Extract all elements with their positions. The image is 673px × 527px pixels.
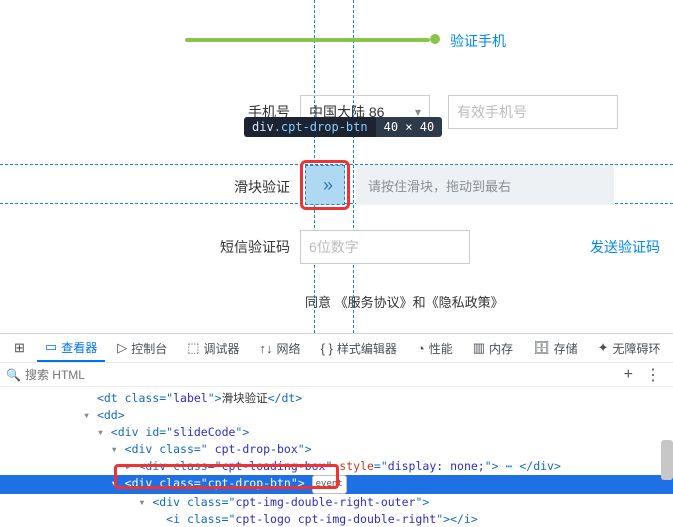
progress-step-label: 验证手机 — [450, 31, 506, 51]
search-icon: 🔍 — [6, 368, 21, 382]
annotation-box — [114, 464, 339, 489]
slider-track[interactable]: 请按住滑块，拖动到最右 — [356, 165, 614, 205]
slider-highlight-box: » — [300, 160, 350, 210]
tab-style[interactable]: { }样式编辑器 — [313, 334, 405, 362]
dom-line: ▾ <dd> — [0, 407, 673, 424]
privacy-policy-link[interactable]: 《隐私政策》 — [426, 295, 504, 310]
scrollbar[interactable] — [661, 440, 673, 480]
dom-line: ▾ <div id="slideCode"> — [0, 424, 673, 441]
progress-dot — [430, 34, 440, 44]
send-code-button[interactable]: 发送验证码 — [590, 237, 660, 257]
row-sms: 短信验证码 发送验证码 — [0, 230, 673, 264]
devtools-panel: ⊞ ▭查看器 ▷控制台 ⬚调试器 ↑↓网络 { }样式编辑器 ◔性能 ▥内存 🗄… — [0, 333, 673, 527]
tab-inspector[interactable]: ▭查看器 — [37, 334, 105, 362]
sms-input[interactable] — [300, 230, 470, 264]
tab-a11y[interactable]: ✦无障碍环 — [590, 334, 669, 362]
devtools-menu-icon[interactable]: ⋮ — [639, 365, 667, 385]
row-slider: 滑块验证 » 请按住滑块，拖动到最右 — [0, 160, 673, 210]
dom-search-input[interactable] — [21, 366, 618, 384]
service-agreement-link[interactable]: 《服务协议》 — [335, 295, 413, 310]
dom-tree[interactable]: <dt class="label">滑块验证</dt> ▾ <dd> ▾ <di… — [0, 387, 673, 527]
devtools-tabs: ⊞ ▭查看器 ▷控制台 ⬚调试器 ↑↓网络 { }样式编辑器 ◔性能 ▥内存 🗄… — [0, 334, 673, 363]
tab-storage[interactable]: 🗄存储 — [525, 334, 586, 362]
add-rule-button[interactable]: + — [618, 366, 639, 384]
tab-debugger[interactable]: ⬚调试器 — [179, 334, 247, 362]
inspector-tooltip: div.cpt-drop-btn 40 × 40 — [244, 117, 442, 137]
tab-network[interactable]: ↑↓网络 — [252, 334, 309, 362]
agree-line: 同意 《服务协议》和《隐私政策》 — [305, 292, 504, 311]
dom-line: ▾ <div class="cpt-img-double-right-outer… — [0, 494, 673, 511]
dom-line: <i class="cpt-logo cpt-img-double-right"… — [0, 511, 673, 527]
slider-hint: 请按住滑块，拖动到最右 — [368, 176, 511, 195]
tab-performance[interactable]: ◔性能 — [409, 334, 461, 362]
form-area: 验证手机 手机号 中国大陆 86 ▾ 滑块验证 » 请按住滑块，拖动到最右 短信… — [0, 0, 673, 333]
devtools-picker-icon[interactable]: ⊞ — [6, 334, 33, 362]
tab-memory[interactable]: ▥内存 — [465, 334, 521, 362]
double-right-icon: » — [323, 175, 327, 196]
slider-drag-button[interactable]: » — [305, 165, 345, 205]
tab-console[interactable]: ▷控制台 — [109, 334, 175, 362]
slider-label: 滑块验证 — [0, 173, 300, 197]
dom-line: <dt class="label">滑块验证</dt> — [0, 390, 673, 407]
sms-label: 短信验证码 — [0, 237, 300, 257]
dom-line: ▾ <div class=" cpt-drop-box"> — [0, 441, 673, 458]
dom-search-bar: 🔍 + ⋮ — [0, 363, 673, 387]
phone-input[interactable] — [448, 95, 618, 129]
